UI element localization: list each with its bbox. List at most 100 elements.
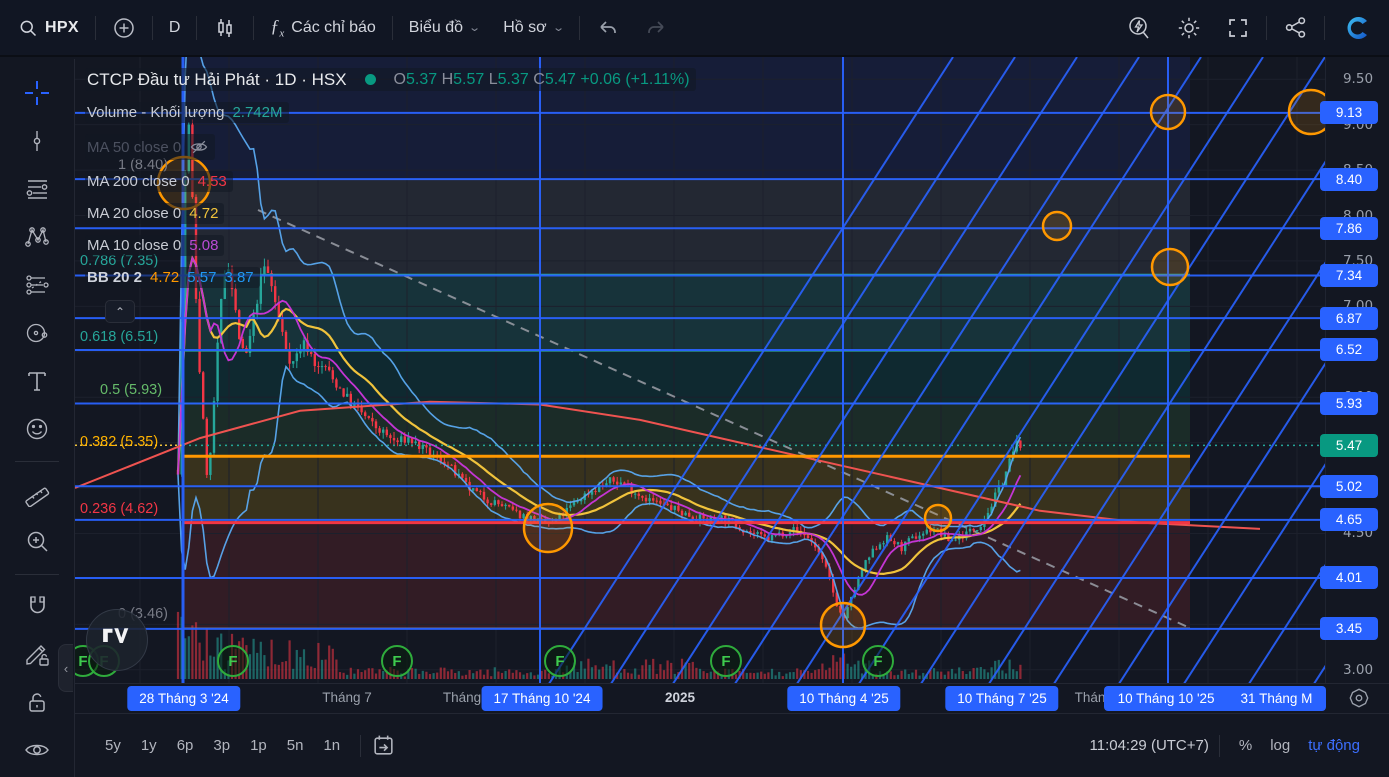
drawing-lock-tool-button[interactable] [15, 633, 59, 676]
circle-shapes-tool-button[interactable] [15, 311, 59, 354]
forecast-tool-button[interactable] [15, 263, 59, 306]
price-line-badge: 5.93 [1320, 392, 1378, 416]
top-toolbar: HPX D ƒx Các chỉ báo Biểu đồ ⌄ Hồ sơ ⌄ [0, 0, 1389, 57]
legend-collapse-button[interactable]: ⌃ [105, 300, 135, 323]
toolbar-divider [15, 573, 59, 575]
volume-legend-row[interactable]: Volume - Khối lượng 2.742M [85, 102, 289, 123]
ma50-legend-row[interactable]: MA 50 close 0 [85, 134, 216, 160]
divider [578, 15, 580, 40]
divider [1218, 734, 1220, 757]
price-line-badge: 9.13 [1320, 101, 1378, 125]
broker-logo-button[interactable] [1329, 9, 1385, 47]
divider [94, 15, 96, 40]
magnet-tool-button[interactable] [15, 585, 59, 628]
bb-label: BB 20 2 [87, 269, 143, 286]
price-line-badge: 8.40 [1320, 167, 1378, 191]
price-line-badge: 4.01 [1320, 566, 1378, 590]
tradingview-app: HPX D ƒx Các chỉ báo Biểu đồ ⌄ Hồ sơ ⌄ ‹… [0, 0, 1389, 777]
range-button-1y[interactable]: 1y [131, 732, 167, 759]
time-line-badge: 28 Tháng 3 '24 [127, 686, 241, 711]
plus-circle-icon [112, 16, 136, 40]
chart-menu-button[interactable]: Biểu đồ ⌄ [397, 9, 491, 47]
axis-settings-button[interactable] [1339, 683, 1379, 713]
hide-drawings-tool-button[interactable] [15, 729, 59, 772]
bb-upper-value: 5.57 [187, 269, 217, 286]
range-button-3p[interactable]: 3p [203, 732, 240, 759]
interval-button[interactable]: D [157, 9, 193, 47]
ma200-label: MA 200 close 0 [87, 173, 190, 190]
profile-menu-button[interactable]: Hồ sơ ⌄ [491, 9, 575, 47]
divider [151, 15, 153, 40]
lock-all-icon [29, 693, 45, 713]
price-axis[interactable]: 9.509.008.508.007.507.006.506.005.505.00… [1320, 57, 1389, 683]
price-line-badge: 5.02 [1320, 474, 1378, 498]
settings-button[interactable] [1164, 9, 1214, 47]
divider [196, 15, 198, 40]
earnings-flag-marker[interactable]: F [217, 645, 249, 677]
text-tool-button[interactable] [15, 359, 59, 402]
bb-lower-value: 3.87 [224, 269, 254, 286]
earnings-flag-marker[interactable]: F [544, 645, 576, 677]
fib-level-label: 0.5 (5.93) [100, 381, 163, 398]
trend-line-tool-button[interactable] [15, 119, 59, 162]
clock-timezone[interactable]: 11:04:29 (UTC+7) [1090, 737, 1209, 754]
chart-menu-label: Biểu đồ [408, 18, 464, 36]
undo-button[interactable] [584, 9, 632, 47]
crosshair-icon [25, 80, 49, 105]
range-button-1n[interactable]: 1n [313, 732, 350, 759]
time-line-badge-wide: 10 Tháng 10 '25 31 Tháng M [1104, 686, 1326, 711]
divider [1266, 15, 1267, 40]
redo-button[interactable] [632, 9, 680, 47]
ruler-tool-button[interactable] [15, 472, 59, 515]
chevron-down-icon: ⌄ [468, 22, 482, 34]
ma20-value: 4.72 [189, 205, 219, 222]
range-button-1p[interactable]: 1p [240, 732, 277, 759]
range-button-6p[interactable]: 6p [167, 732, 204, 759]
price-line-badge: 7.86 [1320, 216, 1378, 240]
time-line-badge: 10 Tháng 7 '25 [945, 686, 1059, 711]
share-icon [1283, 15, 1308, 40]
share-button[interactable] [1271, 9, 1320, 47]
crosshair-tool-button[interactable] [15, 71, 59, 114]
compare-add-button[interactable] [100, 9, 148, 47]
fullscreen-button[interactable] [1214, 9, 1262, 47]
fib-retracement-tool-button[interactable] [15, 167, 59, 210]
range-button-5n[interactable]: 5n [277, 732, 314, 759]
log-scale-button[interactable]: log [1261, 733, 1299, 758]
percent-scale-button[interactable]: % [1230, 733, 1261, 758]
profile-menu-label: Hồ sơ [503, 18, 547, 36]
collapse-watchlist-handle[interactable]: ‹ [58, 644, 73, 692]
goto-date-button[interactable] [371, 733, 396, 758]
indicators-button[interactable]: ƒx Các chỉ báo [258, 9, 387, 47]
eye-off-icon[interactable] [189, 137, 209, 157]
ma20-legend-row[interactable]: MA 20 close 0 4.72 [85, 203, 225, 224]
lock-all-tool-button[interactable] [15, 681, 59, 724]
earnings-flag-marker[interactable]: F [862, 645, 894, 677]
zoom-in-tool-button[interactable] [15, 520, 59, 563]
time-axis[interactable]: Tháng 7 Tháng 2025 Thán 28 Tháng 3 '24 17 Thá… [75, 683, 1389, 713]
broker-c-logo-icon [1341, 12, 1373, 44]
ma200-legend-row[interactable]: MA 200 close 0 4.53 [85, 171, 233, 192]
fullscreen-icon [1226, 16, 1250, 40]
symbol-legend-row[interactable]: CTCP Đầu tư Hải Phát · 1D · HSX O5.37 H5… [85, 68, 696, 91]
earnings-flag-marker[interactable]: F [710, 645, 742, 677]
earnings-flag-marker[interactable]: F [381, 645, 413, 677]
auto-scale-button[interactable]: tự động [1299, 733, 1369, 758]
fib-level-label: 0.382 (5.35) [80, 434, 159, 451]
time-line-badge: 17 Tháng 10 '24 [481, 686, 603, 711]
chart-style-button[interactable] [201, 9, 249, 47]
xabcd-pattern-tool-button[interactable] [15, 215, 59, 258]
bb-legend-row[interactable]: BB 20 2 4.72 5.57 3.87 [85, 267, 260, 288]
market-status-dot [364, 74, 376, 85]
fib-retracement-icon [26, 180, 47, 199]
tradingview-watermark [86, 609, 148, 671]
range-button-5y[interactable]: 5y [95, 732, 131, 759]
ma10-value: 5.08 [189, 237, 219, 254]
xabcd-pattern-icon [25, 226, 49, 247]
emoji-tool-button[interactable] [15, 407, 59, 450]
symbol-search-button[interactable]: HPX [6, 9, 91, 47]
chart-legend: CTCP Đầu tư Hải Phát · 1D · HSX O5.37 H5… [85, 68, 696, 323]
ma10-legend-row[interactable]: MA 10 close 0 5.08 [85, 235, 225, 256]
magnet-icon [29, 596, 45, 614]
quick-search-button[interactable] [1114, 9, 1164, 47]
